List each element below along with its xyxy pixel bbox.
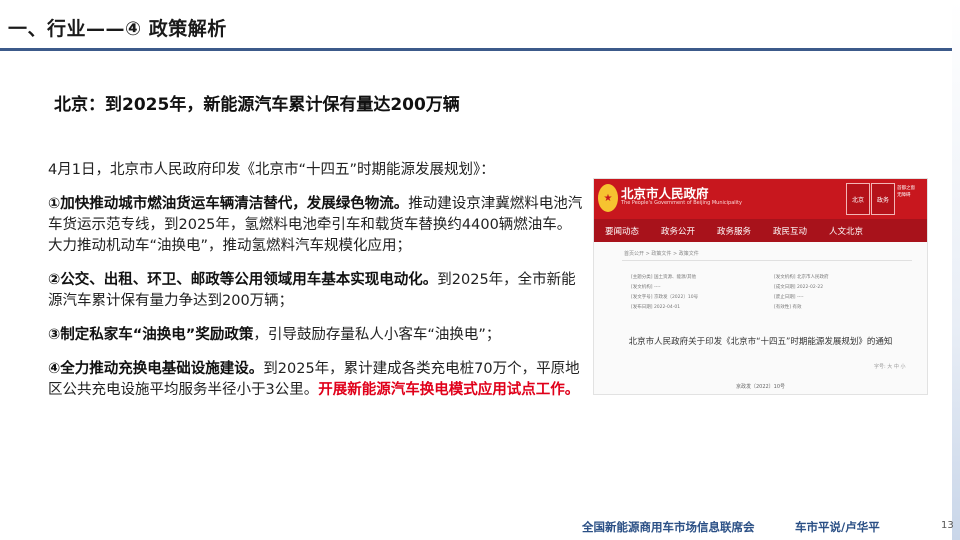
policy-point-4: ④全力推动充换电基础设施建设。到2025年，累计建成各类充电桩70万个，平原地区…: [48, 359, 583, 401]
header-link: 首都之窗: [897, 186, 915, 191]
nav-item-interaction: 政民互动: [772, 226, 807, 237]
head-box-gov: 政务: [871, 183, 895, 215]
meta-field: [发文字号] 京政发〔2022〕10号: [631, 295, 699, 300]
page-number: 13: [941, 520, 954, 531]
point-heading: ④全力推动充换电基础设施建设。: [48, 361, 264, 377]
footer-author: 车市平说/卢华平: [795, 520, 880, 534]
gov-site-subtitle: The People's Government of Beijing Munic…: [621, 200, 742, 206]
policy-body: 4月1日，北京市人民政府印发《北京市“十四五”时期能源发展规划》： ①加快推动城…: [48, 160, 583, 414]
point-heading: ①加快推动城市燃油货运车辆清洁替代，发展绿色物流。: [48, 196, 409, 212]
meta-field: [发文机构] ----: [631, 285, 661, 290]
meta-field: [成文日期] 2022-02-22: [774, 285, 824, 290]
policy-point-2: ②公交、出租、环卫、邮政等公用领域用车基本实现电动化。到2025年，全市新能源汽…: [48, 270, 583, 312]
nav-item-news: 要闻动态: [604, 226, 639, 237]
point-heading: ③制定私家车“油换电”奖励政策: [48, 327, 254, 343]
header-link: 无障碍: [897, 193, 911, 198]
breadcrumb-divider: [622, 260, 912, 261]
gov-doc-title: 北京市人民政府关于印发《北京市“十四五”时期能源发展规划》的通知: [628, 337, 893, 347]
policy-point-3: ③制定私家车“油换电”奖励政策，引导鼓励存量私人小客车“油换电”；: [48, 325, 583, 346]
nav-item-culture: 人文北京: [828, 226, 863, 237]
meta-field: [有效性] 有效: [774, 305, 802, 310]
slide-subtitle: 北京：到2025年，新能源汽车累计保有量达200万辆: [54, 95, 460, 115]
doc-meta-left: [主题分类] 国土资源、能源/其他 [发文机构] ---- [发文字号] 京政发…: [631, 273, 698, 313]
gov-site-nav: 要闻动态 政务公开 政务服务 政民互动 人文北京: [594, 219, 927, 242]
slide-title: 一、行业——④ 政策解析: [8, 18, 227, 40]
title-divider: [0, 48, 960, 51]
head-box-beijing: 北京: [846, 183, 870, 215]
nav-item-open: 政务公开: [660, 226, 695, 237]
intro-text: 4月1日，北京市人民政府印发《北京市“十四五”时期能源发展规划》：: [48, 162, 495, 178]
point-highlight: 开展新能源汽车换电模式应用试点工作。: [318, 382, 580, 398]
meta-field: [发布日期] 2022-04-01: [631, 305, 681, 310]
gov-website-screenshot: ★ 北京市人民政府 The People's Government of Bei…: [593, 178, 928, 395]
gov-header-links: 首都之窗 无障碍: [897, 185, 915, 199]
policy-point-1: ①加快推动城市燃油货运车辆清洁替代，发展绿色物流。推动建设京津冀燃料电池汽车货运…: [48, 194, 583, 257]
meta-field: [废止日期] ----: [774, 295, 804, 300]
footer-organization: 全国新能源商用车市场信息联席会: [582, 520, 755, 534]
gov-doc-number: 京政发〔2022〕10号: [735, 384, 786, 390]
point-text: ，引导鼓励存量私人小客车“油换电”；: [253, 327, 501, 343]
meta-field: [发文机构] 北京市人民政府: [774, 275, 829, 280]
meta-field: [主题分类] 国土资源、能源/其他: [631, 275, 696, 280]
gov-site-header: ★ 北京市人民政府 The People's Government of Bei…: [594, 179, 927, 219]
nav-item-service: 政务服务: [716, 226, 751, 237]
font-size-tools: 字号: 大 中 小: [874, 364, 906, 370]
gov-breadcrumb: 首页公开 > 政策文件 > 政策文件: [624, 251, 699, 257]
point-heading: ②公交、出租、环卫、邮政等公用领域用车基本实现电动化。: [48, 272, 438, 288]
side-accent-bar: [952, 0, 960, 540]
national-emblem-icon: ★: [598, 184, 618, 212]
doc-meta-right: [发文机构] 北京市人民政府 [成文日期] 2022-02-22 [废止日期] …: [774, 273, 828, 313]
